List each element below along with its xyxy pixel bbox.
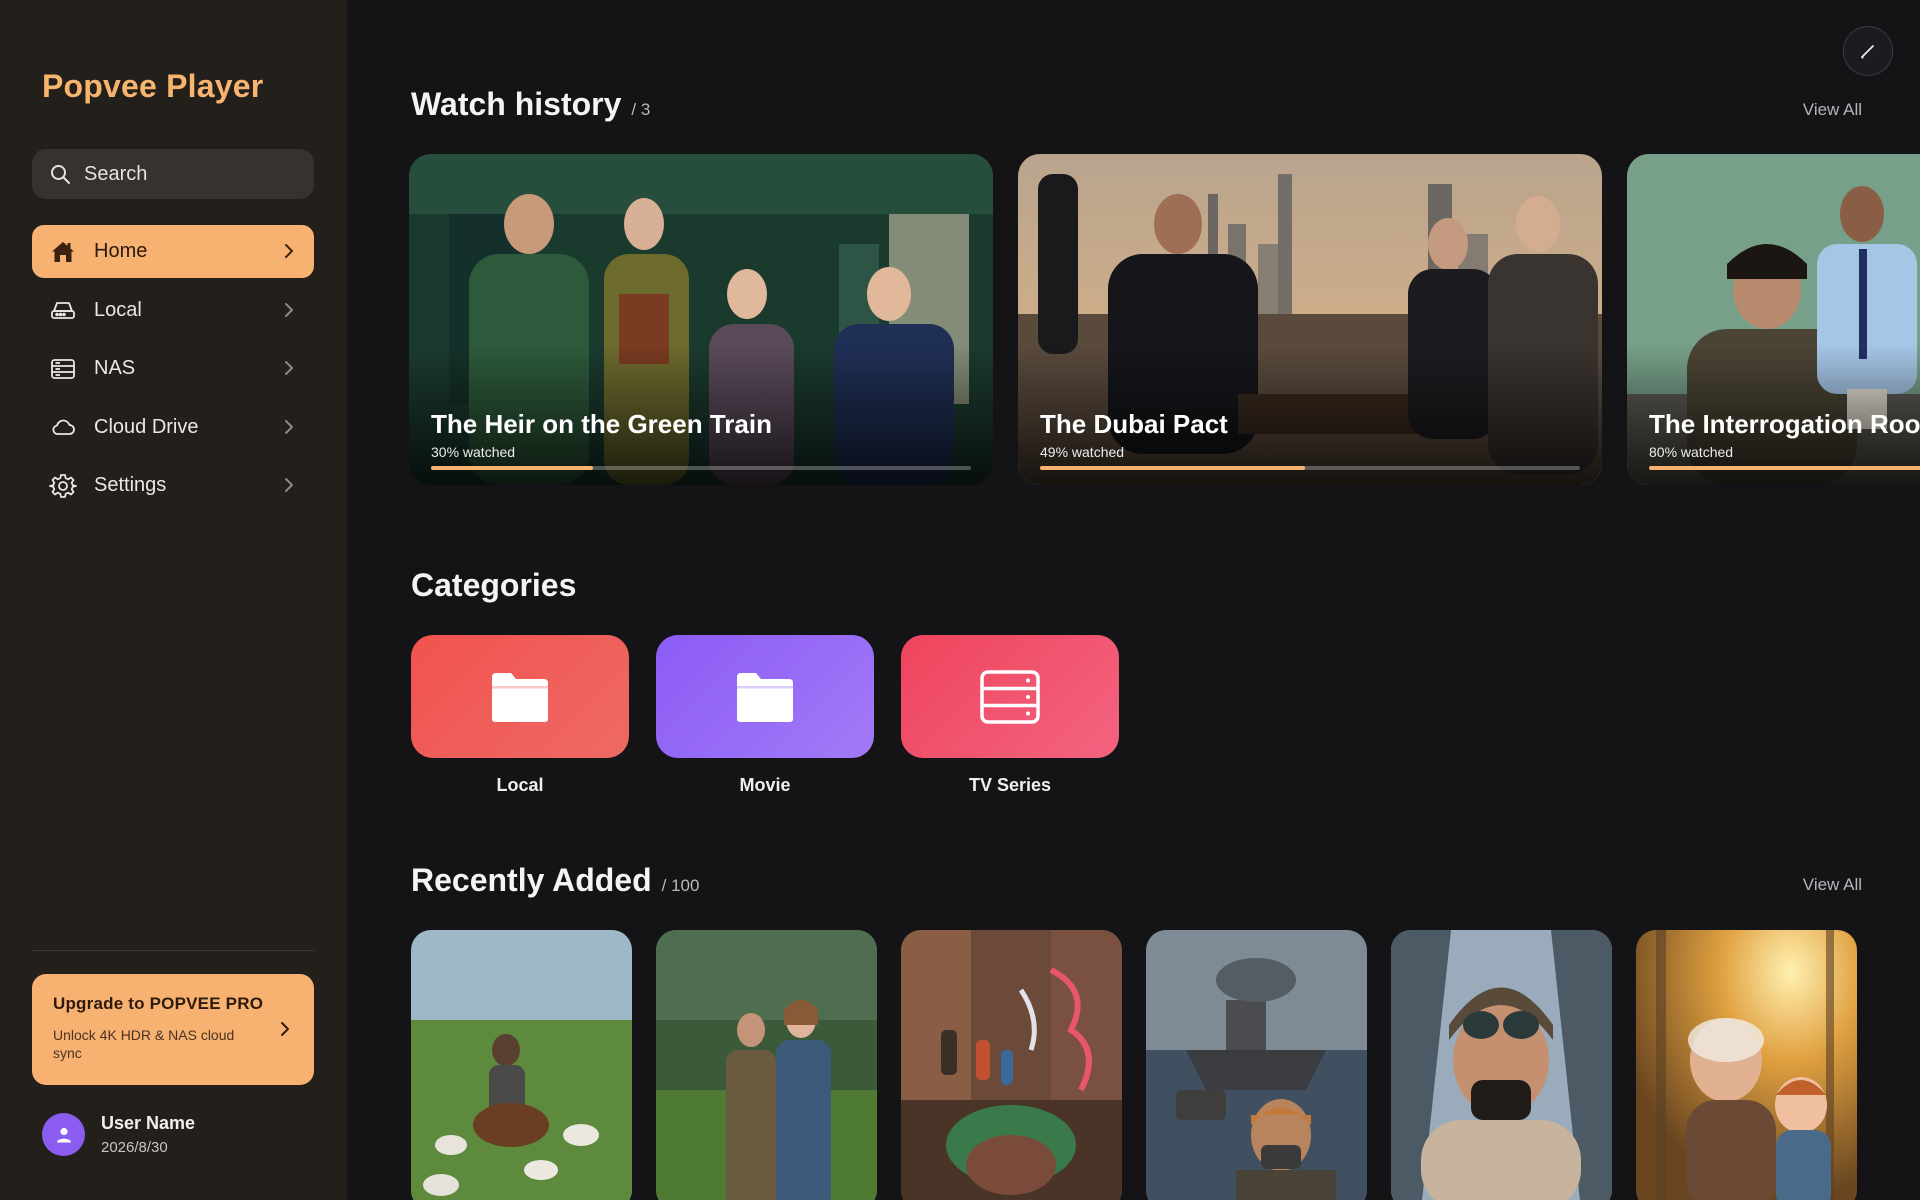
watch-history-header: Watch history / 3 bbox=[411, 86, 650, 123]
sidebar-nav: Home Local NAS Cloud Drive Settings bbox=[32, 225, 314, 518]
cloud-icon bbox=[48, 412, 78, 442]
progress-bar bbox=[1040, 466, 1580, 470]
recently-added-count: / 100 bbox=[661, 876, 700, 895]
progress-fill bbox=[1040, 466, 1305, 470]
recently-added-title: Recently Added bbox=[411, 862, 652, 898]
grandpa-child-poster bbox=[1636, 930, 1857, 1200]
meadow-couple-poster bbox=[656, 930, 877, 1200]
main-content: Watch history / 3 View All The Heir on t… bbox=[347, 0, 1920, 1200]
watch-progress-text: 30% watched bbox=[431, 444, 516, 460]
chevron-right-icon bbox=[285, 361, 293, 375]
category-tile[interactable] bbox=[901, 635, 1119, 758]
watch-history-card-title: The Interrogation Room bbox=[1649, 409, 1920, 439]
server-icon bbox=[48, 354, 78, 384]
category-label: TV Series bbox=[968, 775, 1052, 795]
sidebar-item-settings[interactable]: Settings bbox=[32, 459, 314, 512]
upgrade-subtitle: Unlock 4K HDR & NAS cloud sync bbox=[53, 1027, 235, 1061]
search-input[interactable] bbox=[84, 162, 304, 186]
categories-header: Categories bbox=[411, 567, 576, 604]
progress-bar bbox=[431, 466, 971, 470]
pilot-poster bbox=[1391, 930, 1612, 1200]
watch-history-view-all-link[interactable]: View All bbox=[1803, 100, 1862, 120]
poster-card[interactable] bbox=[1391, 930, 1612, 1200]
sidebar-item-cloud-drive[interactable]: Cloud Drive bbox=[32, 401, 314, 454]
sidebar-item-label: Settings bbox=[94, 474, 167, 496]
category-local[interactable]: Local bbox=[411, 635, 629, 796]
sidebar-item-nas[interactable]: NAS bbox=[32, 342, 314, 395]
watch-history-card[interactable]: The Interrogation Room 80% watched bbox=[1627, 154, 1920, 485]
progress-fill bbox=[431, 466, 593, 470]
user-date: 2026/8/30 bbox=[101, 1139, 168, 1156]
hard-drive-icon bbox=[48, 295, 78, 325]
category-tile[interactable] bbox=[656, 635, 874, 758]
folder-icon bbox=[492, 672, 548, 722]
poster-card[interactable] bbox=[1636, 930, 1857, 1200]
avatar[interactable] bbox=[42, 1113, 85, 1156]
chevron-right-icon bbox=[281, 1022, 289, 1036]
fantasy-canyon-poster bbox=[901, 930, 1122, 1200]
poster-card[interactable] bbox=[901, 930, 1122, 1200]
watch-history-card-title: The Heir on the Green Train bbox=[431, 409, 772, 439]
progress-fill bbox=[1649, 466, 1920, 470]
watch-progress-text: 80% watched bbox=[1649, 444, 1734, 460]
search-bar[interactable] bbox=[32, 149, 314, 199]
user-profile[interactable]: User Name 2026/8/30 bbox=[42, 1113, 195, 1156]
watch-history-card[interactable]: The Heir on the Green Train 30% watched bbox=[409, 154, 993, 485]
edit-button[interactable] bbox=[1843, 26, 1893, 76]
search-icon bbox=[51, 165, 70, 184]
sidebar-item-label: NAS bbox=[94, 357, 136, 379]
recently-added-view-all-link[interactable]: View All bbox=[1803, 875, 1862, 895]
sidebar: Popvee Player Home Local NAS bbox=[0, 0, 347, 1200]
home-icon bbox=[48, 237, 78, 267]
chevron-right-icon bbox=[285, 478, 293, 492]
folder-icon bbox=[737, 672, 793, 722]
upgrade-pro-card[interactable]: Upgrade to POPVEE PRO Unlock 4K HDR & NA… bbox=[32, 974, 314, 1085]
poster-card[interactable] bbox=[411, 930, 632, 1200]
watch-progress-text: 49% watched bbox=[1040, 444, 1125, 460]
category-label: Local bbox=[496, 775, 544, 795]
watch-history-card-title: The Dubai Pact bbox=[1040, 409, 1228, 439]
poster-card[interactable] bbox=[656, 930, 877, 1200]
sidebar-item-home[interactable]: Home bbox=[32, 225, 314, 278]
user-name: User Name bbox=[101, 1113, 196, 1133]
progress-bar bbox=[1649, 466, 1920, 470]
server-icon bbox=[980, 669, 1040, 724]
sidebar-item-label: Cloud Drive bbox=[94, 415, 199, 438]
sidebar-divider bbox=[32, 950, 314, 951]
sidebar-item-local[interactable]: Local bbox=[32, 284, 314, 337]
watch-history-title: Watch history bbox=[411, 86, 622, 122]
watch-history-card[interactable]: The Dubai Pact 49% watched bbox=[1018, 154, 1602, 485]
upgrade-title: Upgrade to POPVEE PRO bbox=[53, 994, 264, 1013]
shepherd-poster bbox=[411, 930, 632, 1200]
poster-card[interactable] bbox=[1146, 930, 1367, 1200]
category-tile[interactable] bbox=[411, 635, 629, 758]
sidebar-item-label: Local bbox=[94, 298, 142, 321]
gear-icon bbox=[48, 471, 78, 501]
category-movie[interactable]: Movie bbox=[656, 635, 874, 796]
sidebar-item-label: Home bbox=[94, 240, 148, 262]
war-ship-poster bbox=[1146, 930, 1367, 1200]
app-title: Popvee Player bbox=[42, 68, 264, 104]
recently-added-header: Recently Added / 100 bbox=[411, 862, 699, 899]
chevron-right-icon bbox=[285, 302, 293, 317]
pencil-icon bbox=[1860, 45, 1874, 60]
category-label: Movie bbox=[739, 775, 791, 795]
categories-title: Categories bbox=[411, 567, 577, 603]
user-icon bbox=[56, 1127, 71, 1142]
chevron-right-icon bbox=[285, 244, 293, 258]
category-tv-series[interactable]: TV Series bbox=[901, 635, 1119, 796]
watch-history-count: / 3 bbox=[631, 100, 651, 119]
chevron-right-icon bbox=[285, 419, 293, 434]
